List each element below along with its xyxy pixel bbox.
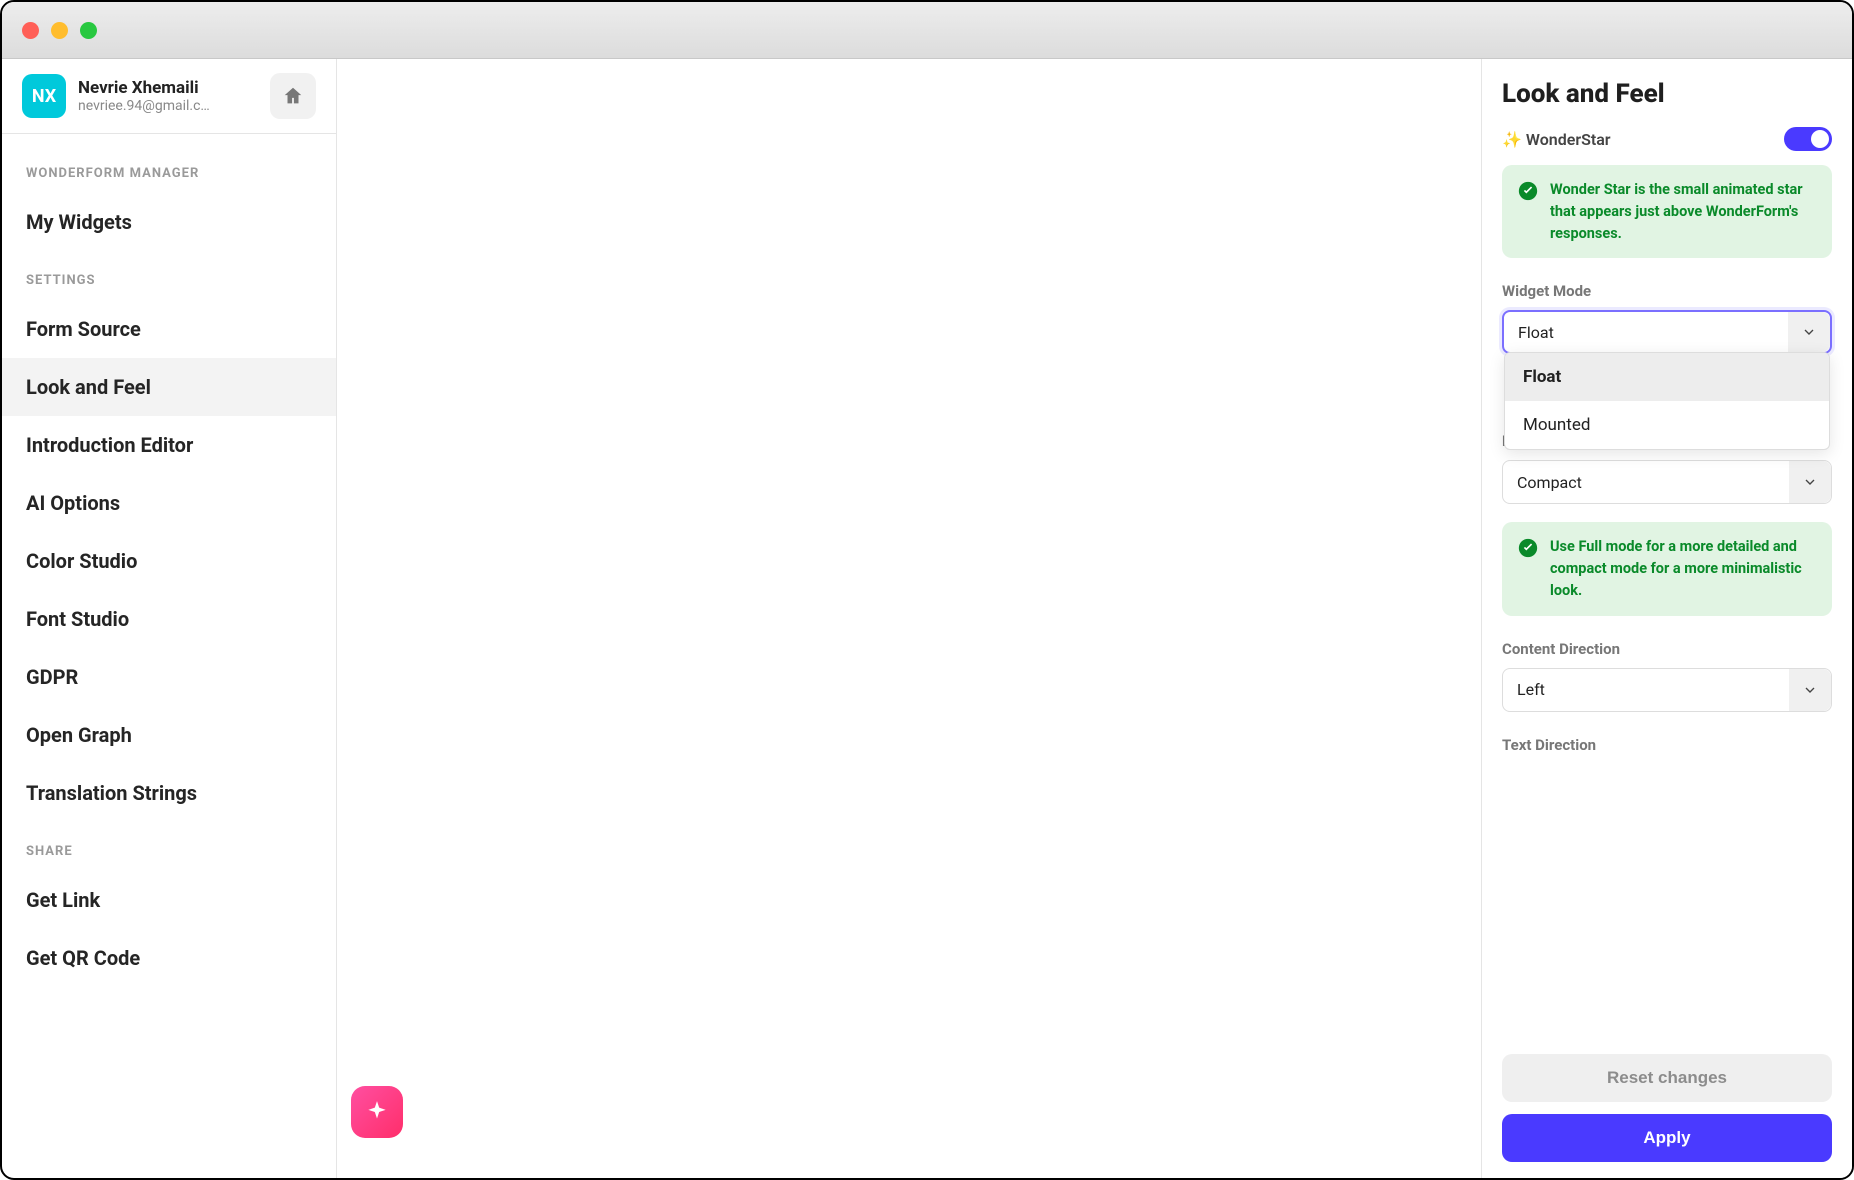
- sidebar: NX Nevrie Xhemaili nevriee.94@gmail.c… W…: [2, 59, 337, 1178]
- sparkle-icon: [364, 1099, 390, 1125]
- profile-row: NX Nevrie Xhemaili nevriee.94@gmail.c…: [2, 59, 336, 134]
- nav-my-widgets[interactable]: My Widgets: [2, 193, 336, 251]
- content: NX Nevrie Xhemaili nevriee.94@gmail.c… W…: [2, 59, 1852, 1178]
- check-circle-icon: [1518, 181, 1538, 201]
- layout-density-info: Use Full mode for a more detailed and co…: [1502, 522, 1832, 615]
- widget-mode-select[interactable]: Float Float Mounted: [1502, 310, 1832, 354]
- nav[interactable]: WONDERFORM MANAGER My Widgets SETTINGS F…: [2, 134, 336, 1178]
- layout-density-desc: Use Full mode for a more detailed and co…: [1550, 536, 1816, 601]
- chevron-box: [1788, 312, 1830, 352]
- profile-name: Nevrie Xhemaili: [78, 78, 258, 98]
- close-window-button[interactable]: [22, 22, 39, 39]
- profile-email: nevriee.94@gmail.c…: [78, 98, 258, 114]
- maximize-window-button[interactable]: [80, 22, 97, 39]
- nav-form-source[interactable]: Form Source: [2, 300, 336, 358]
- nav-translation-strings[interactable]: Translation Strings: [2, 764, 336, 822]
- widget-mode-dropdown: Float Mounted: [1504, 352, 1830, 450]
- wonderstar-label: ✨ WonderStar: [1502, 130, 1611, 149]
- text-direction-label: Text Direction: [1502, 736, 1832, 754]
- chevron-box: [1789, 669, 1831, 711]
- nav-open-graph[interactable]: Open Graph: [2, 706, 336, 764]
- section-wonderform: WONDERFORM MANAGER: [2, 144, 336, 193]
- check-circle-icon: [1518, 538, 1538, 558]
- wonderstar-toggle-row: ✨ WonderStar: [1502, 127, 1832, 151]
- avatar[interactable]: NX: [22, 74, 66, 118]
- home-icon: [282, 85, 304, 107]
- section-settings: SETTINGS: [2, 251, 336, 300]
- nav-get-qr-code[interactable]: Get QR Code: [2, 929, 336, 987]
- apply-button[interactable]: Apply: [1502, 1114, 1832, 1162]
- preview-area: [337, 59, 1482, 1178]
- chevron-down-icon: [1802, 474, 1818, 490]
- nav-look-and-feel[interactable]: Look and Feel: [2, 358, 336, 416]
- panel-footer: Reset changes Apply: [1482, 1038, 1852, 1178]
- nav-font-studio[interactable]: Font Studio: [2, 590, 336, 648]
- nav-gdpr[interactable]: GDPR: [2, 648, 336, 706]
- chevron-down-icon: [1801, 324, 1817, 340]
- nav-ai-options[interactable]: AI Options: [2, 474, 336, 532]
- app-window: NX Nevrie Xhemaili nevriee.94@gmail.c… W…: [0, 0, 1854, 1180]
- content-direction-value: Left: [1517, 680, 1545, 699]
- titlebar: [2, 2, 1852, 59]
- chevron-box: [1789, 461, 1831, 503]
- nav-get-link[interactable]: Get Link: [2, 871, 336, 929]
- nav-introduction-editor[interactable]: Introduction Editor: [2, 416, 336, 474]
- dropdown-option-float[interactable]: Float: [1505, 353, 1829, 401]
- panel-body[interactable]: ✨ WonderStar Wonder Star is the small an…: [1482, 127, 1852, 1038]
- settings-panel: Look and Feel ✨ WonderStar Wonder Star i…: [1482, 59, 1852, 1178]
- wonderstar-desc: Wonder Star is the small animated star t…: [1550, 179, 1816, 244]
- content-direction-label: Content Direction: [1502, 640, 1832, 658]
- minimize-window-button[interactable]: [51, 22, 68, 39]
- wonderstar-switch[interactable]: [1784, 127, 1832, 151]
- section-share: SHARE: [2, 822, 336, 871]
- chevron-down-icon: [1802, 682, 1818, 698]
- widget-mode-value: Float: [1518, 323, 1554, 342]
- home-button[interactable]: [270, 73, 316, 119]
- layout-density-select[interactable]: Compact: [1502, 460, 1832, 504]
- content-direction-select[interactable]: Left: [1502, 668, 1832, 712]
- fab-button[interactable]: [351, 1086, 403, 1138]
- profile-text: Nevrie Xhemaili nevriee.94@gmail.c…: [78, 78, 258, 114]
- panel-title: Look and Feel: [1482, 79, 1852, 127]
- reset-button[interactable]: Reset changes: [1502, 1054, 1832, 1102]
- widget-mode-label: Widget Mode: [1502, 282, 1832, 300]
- nav-color-studio[interactable]: Color Studio: [2, 532, 336, 590]
- wonderstar-info: Wonder Star is the small animated star t…: [1502, 165, 1832, 258]
- layout-density-value: Compact: [1517, 473, 1582, 492]
- dropdown-option-mounted[interactable]: Mounted: [1505, 401, 1829, 449]
